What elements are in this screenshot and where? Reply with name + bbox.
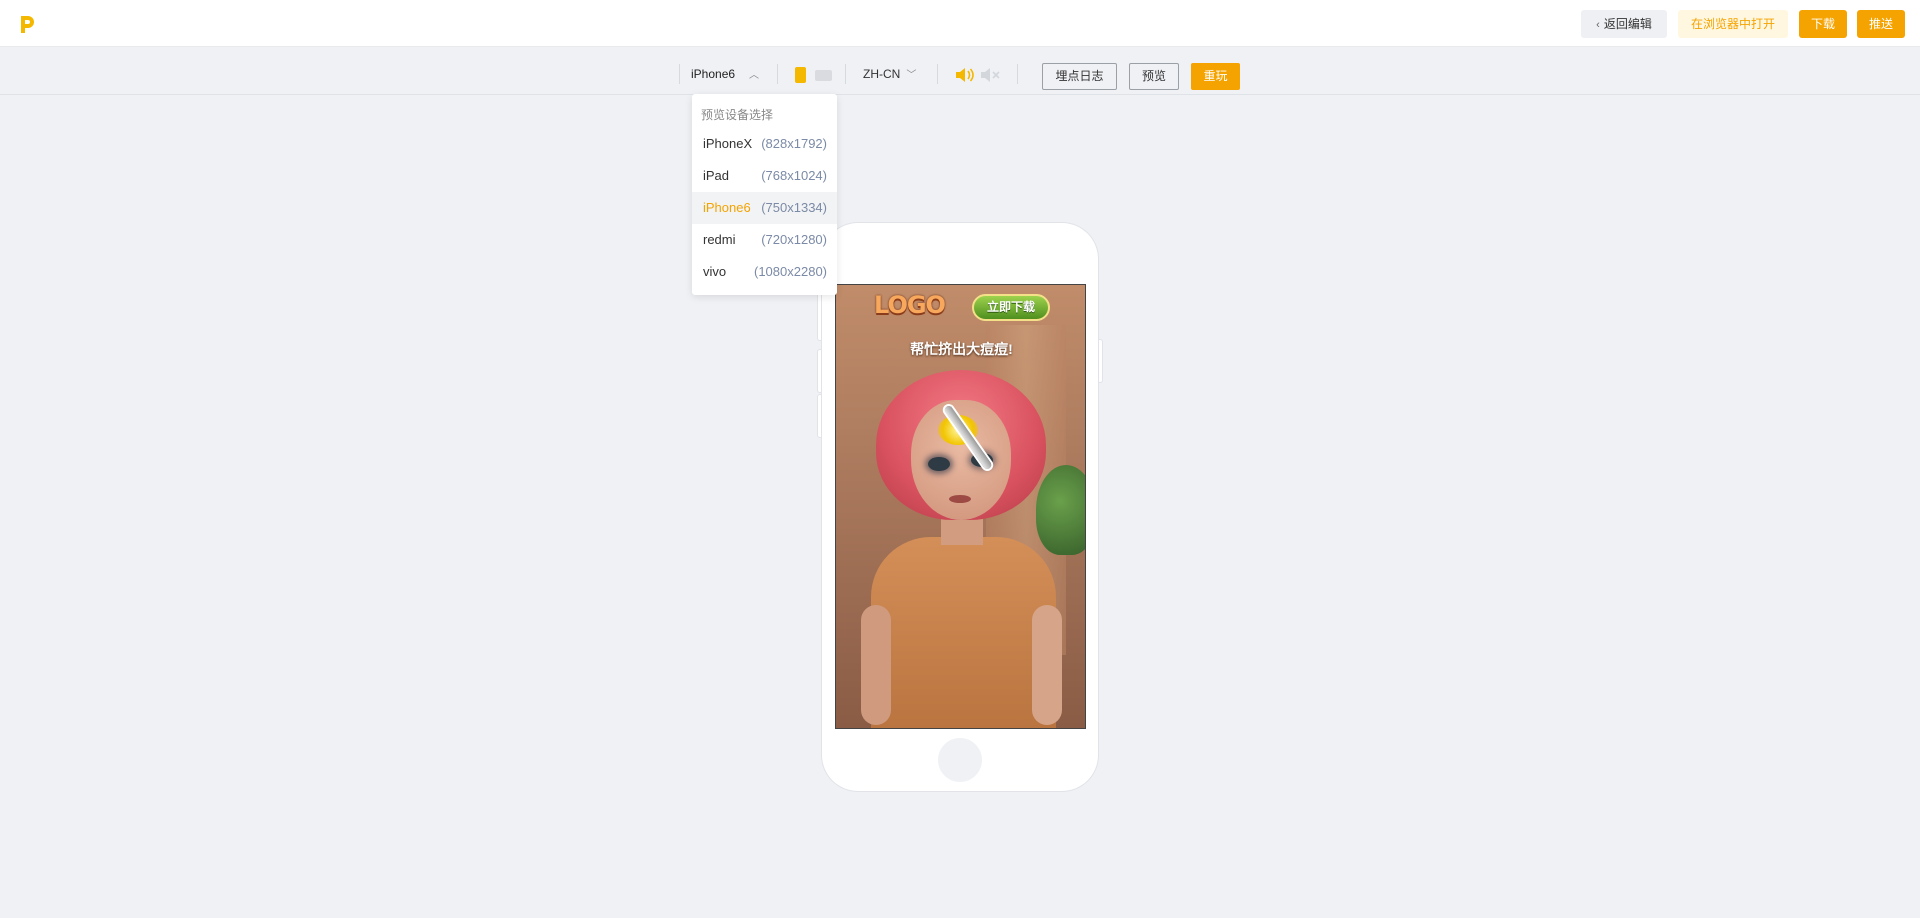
character-eye [928, 457, 950, 471]
toolbar-divider [937, 64, 938, 84]
device-option-name: iPad [703, 168, 730, 183]
device-option-resolution: (750x1334) [761, 200, 827, 215]
character-arm [861, 605, 891, 725]
chevron-down-icon: ﹀ [906, 70, 917, 81]
device-option-iphonex[interactable]: iPhoneX (828x1792) [692, 128, 837, 160]
character-mouth [949, 495, 971, 503]
device-select-value: iPhone6 [691, 67, 736, 81]
toolbar-divider [1017, 64, 1018, 84]
game-download-button[interactable]: 立即下载 [972, 294, 1050, 321]
device-option-name: vivo [703, 264, 727, 279]
device-option-iphone6[interactable]: iPhone6 (750x1334) [692, 192, 837, 224]
preview-toolbar: iPhone6 ︿ ZH-CN ﹀ 埋点日志 预览 重玩 [0, 48, 1920, 95]
phone-power-button [1098, 340, 1102, 382]
phone-home-button[interactable] [938, 738, 982, 782]
language-select-value: ZH-CN [863, 67, 901, 81]
back-to-edit-button[interactable]: ‹ 返回编辑 [1581, 10, 1667, 38]
device-option-name: iPhoneX [703, 136, 753, 151]
landscape-orientation-toggle[interactable] [815, 70, 832, 81]
portrait-orientation-toggle[interactable] [795, 67, 806, 83]
device-option-resolution: (720x1280) [761, 232, 827, 247]
tracking-log-button[interactable]: 埋点日志 [1042, 63, 1117, 90]
download-button[interactable]: 下载 [1799, 10, 1847, 38]
device-option-resolution: (768x1024) [761, 168, 827, 183]
p-logo-icon[interactable] [18, 14, 36, 34]
character-shirt [871, 537, 1056, 728]
device-dropdown: 预览设备选择 iPhoneX (828x1792) iPad (768x1024… [692, 94, 837, 295]
device-option-redmi[interactable]: redmi (720x1280) [692, 224, 837, 256]
sound-on-icon[interactable] [955, 67, 975, 83]
game-preview-screen[interactable]: LOGO 立即下载 帮忙挤出大痘痘! [835, 284, 1086, 729]
chevron-left-icon: ‹ [1596, 19, 1600, 31]
device-option-vivo[interactable]: vivo (1080x2280) [692, 256, 837, 288]
phone-frame: LOGO 立即下载 帮忙挤出大痘痘! [822, 223, 1098, 791]
preview-button[interactable]: 预览 [1129, 63, 1179, 90]
mute-icon[interactable] [980, 67, 1000, 83]
device-select[interactable]: iPhone6 ︿ [691, 66, 759, 81]
device-option-resolution: (1080x2280) [754, 264, 827, 279]
device-option-resolution: (828x1792) [761, 136, 827, 151]
push-button[interactable]: 推送 [1857, 10, 1905, 38]
top-header: ‹ 返回编辑 在浏览器中打开 下载 推送 [0, 0, 1920, 47]
device-option-name: iPhone6 [703, 200, 751, 215]
dropdown-title: 预览设备选择 [701, 108, 774, 122]
character-arm [1032, 605, 1062, 725]
game-caption: 帮忙挤出大痘痘! [910, 341, 1013, 357]
open-in-browser-button[interactable]: 在浏览器中打开 [1678, 10, 1788, 38]
device-option-name: redmi [703, 232, 736, 247]
device-option-ipad[interactable]: iPad (768x1024) [692, 160, 837, 192]
back-to-edit-label: 返回编辑 [1603, 17, 1652, 31]
toolbar-divider [777, 64, 778, 84]
game-logo: LOGO [874, 291, 946, 319]
language-select[interactable]: ZH-CN ﹀ [863, 66, 916, 81]
chevron-up-icon: ︿ [749, 70, 760, 81]
replay-button[interactable]: 重玩 [1191, 63, 1240, 90]
toolbar-divider [845, 64, 846, 84]
toolbar-divider [679, 64, 680, 84]
game-plant [1036, 465, 1085, 555]
